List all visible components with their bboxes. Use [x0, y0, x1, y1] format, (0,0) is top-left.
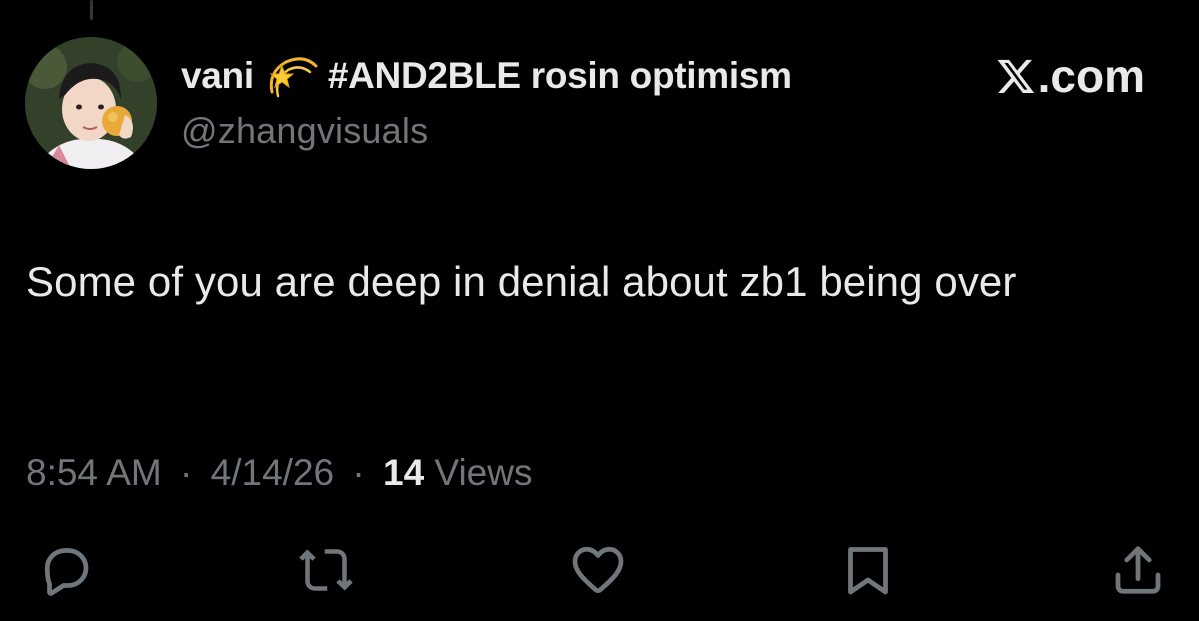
repost-button[interactable] — [296, 540, 356, 600]
share-icon — [1115, 546, 1161, 594]
display-name[interactable]: vani — [181, 55, 254, 97]
brand-watermark: .com — [996, 48, 1145, 104]
x-logo-icon — [997, 59, 1034, 93]
avatar-image — [25, 37, 157, 169]
share-button[interactable] — [1108, 540, 1168, 600]
views-count: 14 — [383, 452, 425, 493]
views-label: Views — [434, 452, 533, 493]
display-name-tag: #AND2BLE rosin optimism — [327, 55, 792, 96]
reply-button[interactable] — [36, 540, 96, 600]
avatar[interactable] — [25, 37, 157, 169]
like-button[interactable] — [568, 540, 628, 600]
thread-connector-line — [90, 0, 93, 20]
meta-separator: · — [180, 452, 193, 493]
bookmark-icon — [848, 547, 888, 595]
reply-icon — [44, 548, 89, 596]
tweet-date[interactable]: 4/14/26 — [211, 452, 334, 493]
bookmark-button[interactable] — [838, 540, 898, 600]
author-name-row: vani #AND2BLE rosin optimism — [181, 52, 792, 100]
heart-icon — [572, 546, 624, 594]
tweet-actions — [0, 540, 1199, 600]
author-handle[interactable]: @zhangvisuals — [181, 110, 428, 152]
dizzy-star-emoji-icon — [266, 52, 320, 100]
repost-icon — [299, 549, 353, 591]
tweet-text: Some of you are deep in denial about zb1… — [26, 258, 1017, 305]
meta-separator: · — [352, 452, 365, 493]
tweet-time[interactable]: 8:54 AM — [26, 452, 162, 493]
tweet-meta: 8:54 AM · 4/14/26 · 14 Views — [26, 452, 532, 494]
brand-text: .com — [1037, 50, 1145, 102]
